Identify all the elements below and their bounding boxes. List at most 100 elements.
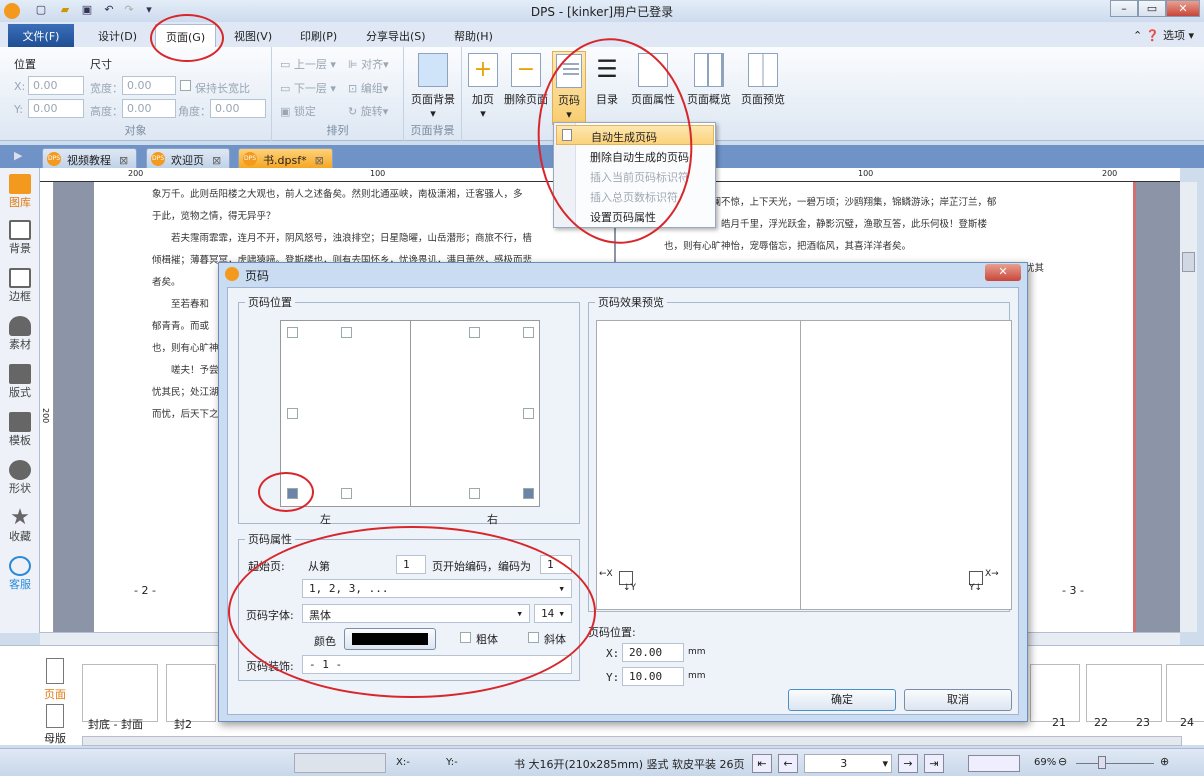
rotate-button[interactable]: ↻ 旋转▾ (348, 103, 388, 119)
thumbnail-scrollbar[interactable] (82, 736, 1182, 746)
pos-left-top-outer[interactable] (287, 327, 298, 338)
start-number-input[interactable]: 1 (540, 555, 572, 574)
menu-item-auto-generate[interactable]: 自动生成页码 (556, 125, 714, 145)
page-select[interactable]: 3 ▾ (804, 754, 892, 773)
tab-view[interactable]: 视图(V) (224, 24, 282, 47)
sidebar-item-favorites[interactable]: ★ 收藏 (0, 507, 40, 544)
dialog-close-button[interactable]: ✕ (985, 264, 1021, 281)
thumbnail[interactable] (1086, 664, 1162, 722)
y-offset-input[interactable]: 10.00 (622, 667, 684, 686)
flower-icon (9, 316, 31, 336)
zoom-in-button[interactable]: ⊕ (1160, 755, 1169, 768)
pos-left-top-inner[interactable] (341, 327, 352, 338)
toc-button[interactable]: ☰ 目录 (590, 53, 624, 107)
sidebar-item-support[interactable]: 客服 (0, 556, 40, 592)
format-select[interactable]: 1, 2, 3, ... ▾ (302, 579, 572, 598)
page-background-button[interactable]: 页面背景 ▾ (408, 53, 458, 120)
x-input[interactable]: 0.00 (28, 76, 84, 95)
doc-tab[interactable]: DPS 视频教程 ⊠ (42, 148, 138, 168)
ruler-label: 200 (1102, 169, 1118, 178)
decoration-input[interactable]: - 1 - (302, 655, 572, 674)
doc-tab-active[interactable]: DPS 书.dpsf* ⊠ (238, 148, 333, 168)
pos-right-bottom-inner[interactable] (469, 488, 480, 499)
font-size-select[interactable]: 14 ▾ (534, 604, 572, 623)
tab-design[interactable]: 设计(D) (88, 24, 147, 47)
expand-panel-icon[interactable]: ▶ (14, 149, 22, 162)
pos-right-top-inner[interactable] (469, 327, 480, 338)
first-page-button[interactable]: ⇤ (752, 754, 772, 773)
sidebar-item-material[interactable]: 素材 (0, 316, 40, 352)
sidebar-item-template[interactable]: 模板 (0, 412, 40, 448)
ok-button[interactable]: 确定 (788, 689, 896, 711)
thumbnail[interactable] (166, 664, 216, 722)
start-label: 起始页: (248, 560, 285, 573)
last-page-button[interactable]: ⇥ (924, 754, 944, 773)
bring-forward-button[interactable]: ▭ 上一层 ▾ (280, 56, 336, 72)
bold-checkbox[interactable] (460, 632, 471, 643)
master-tab[interactable]: 母版 (42, 704, 68, 746)
width-input[interactable]: 0.00 (122, 76, 176, 95)
close-tab-icon[interactable]: ⊠ (315, 154, 324, 167)
send-backward-button[interactable]: ▭ 下一层 ▾ (280, 80, 336, 96)
x-offset-input[interactable]: 20.00 (622, 643, 684, 662)
close-tab-icon[interactable]: ⊠ (212, 154, 221, 167)
tab-help[interactable]: 帮助(H) (444, 24, 503, 47)
thumbnail[interactable] (1030, 664, 1080, 722)
menu-item-delete-auto[interactable]: 删除自动生成的页码 (578, 146, 714, 166)
options-button[interactable]: ⌃ ❓ 选项 ▾ (1133, 27, 1194, 43)
keep-ratio-checkbox[interactable] (180, 80, 191, 91)
y-input[interactable]: 0.00 (28, 99, 84, 118)
pos-left-middle[interactable] (287, 408, 298, 419)
height-input[interactable]: 0.00 (122, 99, 176, 118)
group-button[interactable]: ⊡ 编组▾ (348, 80, 388, 96)
zoom-slider[interactable] (1076, 763, 1154, 764)
page-overview-button[interactable]: 页面概览 (682, 53, 736, 107)
minimize-button[interactable]: – (1110, 0, 1138, 17)
page-icon (46, 658, 64, 684)
start-page-input[interactable]: 1 (396, 555, 426, 574)
prev-page-button[interactable]: ← (778, 754, 798, 773)
help-icon[interactable]: ❓ (1146, 29, 1160, 42)
page-preview-button[interactable]: 页面预览 (736, 53, 790, 107)
close-button[interactable]: ✕ (1166, 0, 1200, 17)
thumbnail[interactable] (82, 664, 158, 722)
close-tab-icon[interactable]: ⊠ (119, 154, 128, 167)
tab-print[interactable]: 印刷(P) (290, 24, 347, 47)
align-button[interactable]: ⊫ 对齐▾ (348, 56, 389, 72)
view-mode-buttons[interactable] (968, 755, 1020, 772)
sidebar-item-shape[interactable]: 形状 (0, 460, 40, 496)
zoom-slider-thumb[interactable] (1098, 756, 1106, 769)
pos-left-bottom-outer-selected[interactable] (287, 488, 298, 499)
cancel-button[interactable]: 取消 (904, 689, 1012, 711)
pos-right-bottom-outer-selected[interactable] (523, 488, 534, 499)
page-properties-button[interactable]: 页面属性 (626, 53, 680, 107)
pages-tab[interactable]: 页面 (42, 658, 68, 702)
next-page-button[interactable]: → (898, 754, 918, 773)
pos-right-top-outer[interactable] (523, 327, 534, 338)
italic-checkbox[interactable] (528, 632, 539, 643)
tab-file[interactable]: 文件(F) (8, 24, 74, 47)
angle-input[interactable]: 0.00 (210, 99, 266, 118)
dps-logo-icon: DPS (47, 152, 61, 166)
zoom-out-button[interactable]: ⊖ (1058, 755, 1067, 768)
delete-page-button[interactable]: − 删除页面 (502, 53, 550, 107)
maximize-button[interactable]: ▭ (1138, 0, 1166, 17)
page-number-button[interactable]: 页码 ▾ (552, 51, 586, 125)
font-select[interactable]: 黑体 ▾ (302, 604, 530, 623)
sidebar-item-layout[interactable]: 版式 (0, 364, 40, 400)
pos-left-bottom-inner[interactable] (341, 488, 352, 499)
color-picker-button[interactable] (344, 628, 436, 650)
sidebar-item-gallery[interactable]: 图库 (0, 174, 40, 210)
add-page-button[interactable]: + 加页 ▾ (466, 53, 500, 120)
tab-page[interactable]: 页面(G) (155, 24, 217, 47)
paint-bucket-icon (418, 53, 448, 87)
vertical-scrollbar[interactable] (1180, 182, 1197, 632)
sidebar-item-background[interactable]: 背景 (0, 220, 40, 256)
doc-tab[interactable]: DPS 欢迎页 ⊠ (146, 148, 231, 168)
menu-item-settings[interactable]: 设置页码属性 (578, 206, 714, 226)
sidebar-item-border[interactable]: 边框 (0, 268, 40, 304)
pos-right-middle[interactable] (523, 408, 534, 419)
thumbnail[interactable] (1166, 664, 1204, 722)
lock-button[interactable]: ▣ 锁定 (280, 103, 316, 119)
tab-share-export[interactable]: 分享导出(S) (356, 24, 436, 47)
